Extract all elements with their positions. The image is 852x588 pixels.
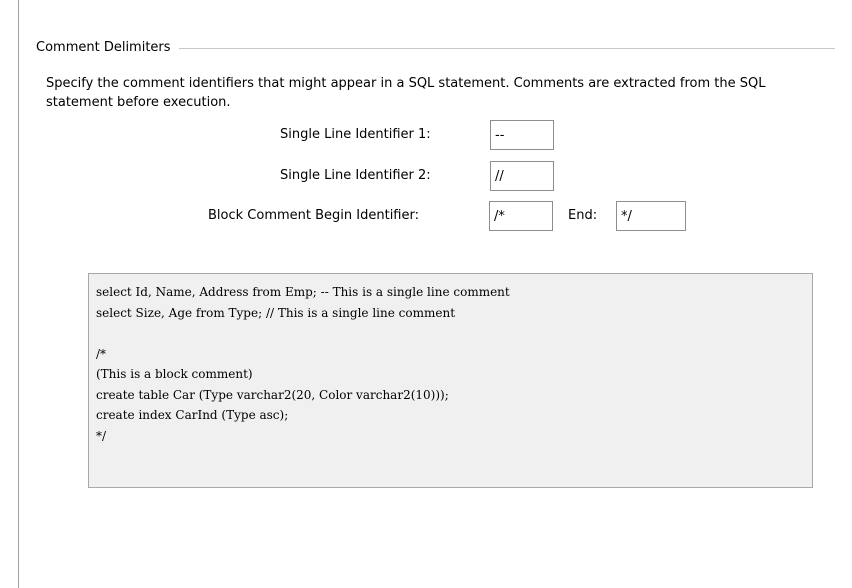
block-end-label: End: (568, 208, 598, 223)
sample-line (96, 323, 812, 344)
sample-line: create table Car (Type varchar2(20, Colo… (96, 387, 449, 402)
block-begin-label: Block Comment Begin Identifier: (208, 208, 419, 223)
single-line-1-label: Single Line Identifier 1: (280, 127, 431, 142)
block-comment-row: Block Comment Begin Identifier: End: (208, 201, 688, 231)
sample-line: /* (96, 346, 107, 361)
sample-line: select Id, Name, Address from Emp; -- Th… (96, 285, 510, 299)
group-title: Comment Delimiters (36, 39, 179, 57)
sample-line: */ (96, 428, 107, 443)
block-end-input[interactable] (616, 201, 686, 231)
sql-sample-preview: select Id, Name, Address from Emp; -- Th… (88, 273, 813, 488)
single-line-2-input[interactable] (490, 161, 554, 191)
single-line-1-row: Single Line Identifier 1: (280, 120, 560, 150)
sample-line: (This is a block comment) (96, 367, 253, 381)
sample-line: select Size, Age from Type; // This is a… (96, 305, 456, 320)
block-begin-input[interactable] (489, 201, 553, 231)
single-line-2-label: Single Line Identifier 2: (280, 168, 431, 183)
description-text: Specify the comment identifiers that mig… (46, 76, 766, 110)
sample-line: create index CarInd (Type asc); (96, 408, 289, 422)
single-line-2-row: Single Line Identifier 2: (280, 161, 560, 191)
single-line-1-input[interactable] (490, 120, 554, 150)
